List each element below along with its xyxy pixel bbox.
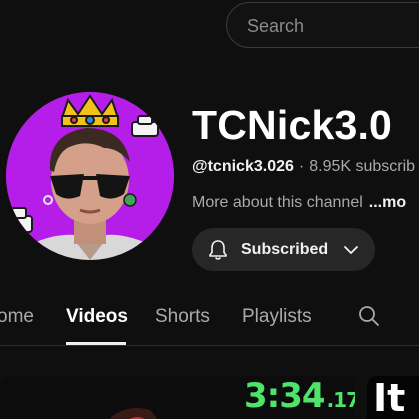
thumbnail-text: It	[373, 376, 406, 419]
channel-name: TCNick3.0	[192, 102, 393, 148]
subscribed-button[interactable]: Subscribed	[192, 228, 375, 271]
video-thumbnail[interactable]: 3:34.17	[0, 376, 355, 419]
channel-about[interactable]: More about this channel ...mo	[192, 194, 406, 212]
video-thumbnail[interactable]: It	[367, 376, 419, 419]
channel-handle: @tcnick3.026	[192, 158, 294, 175]
bell-icon	[209, 239, 227, 260]
tab-shorts[interactable]: Shorts	[155, 306, 210, 328]
tab-playlists[interactable]: Playlists	[242, 306, 312, 328]
chevron-down-icon	[344, 245, 359, 254]
about-more-link[interactable]: ...mo	[369, 194, 406, 211]
tab-home[interactable]: ome	[0, 306, 34, 328]
search-icon[interactable]	[357, 304, 381, 328]
tab-videos[interactable]: Videos	[66, 306, 128, 328]
video-duration: 3:34.17	[244, 376, 355, 419]
search-input[interactable]: Search	[226, 2, 419, 48]
about-text: More about this channel	[192, 194, 363, 211]
avatar-image	[6, 92, 174, 260]
active-tab-underline	[66, 342, 126, 345]
avatar[interactable]	[6, 92, 174, 260]
duration-main: 3:34	[244, 376, 326, 416]
duration-fraction: .17	[326, 388, 355, 412]
channel-meta: @tcnick3.026 · 8.95K subscrib	[192, 158, 415, 176]
channel-page: Search TCNick3.0 @tcnick3.026 · 8.95K su…	[0, 0, 419, 419]
search-placeholder: Search	[247, 16, 305, 36]
subscriber-count: 8.95K subscrib	[309, 158, 416, 175]
subscribed-label: Subscribed	[241, 240, 329, 258]
meta-separator: ·	[298, 158, 305, 175]
